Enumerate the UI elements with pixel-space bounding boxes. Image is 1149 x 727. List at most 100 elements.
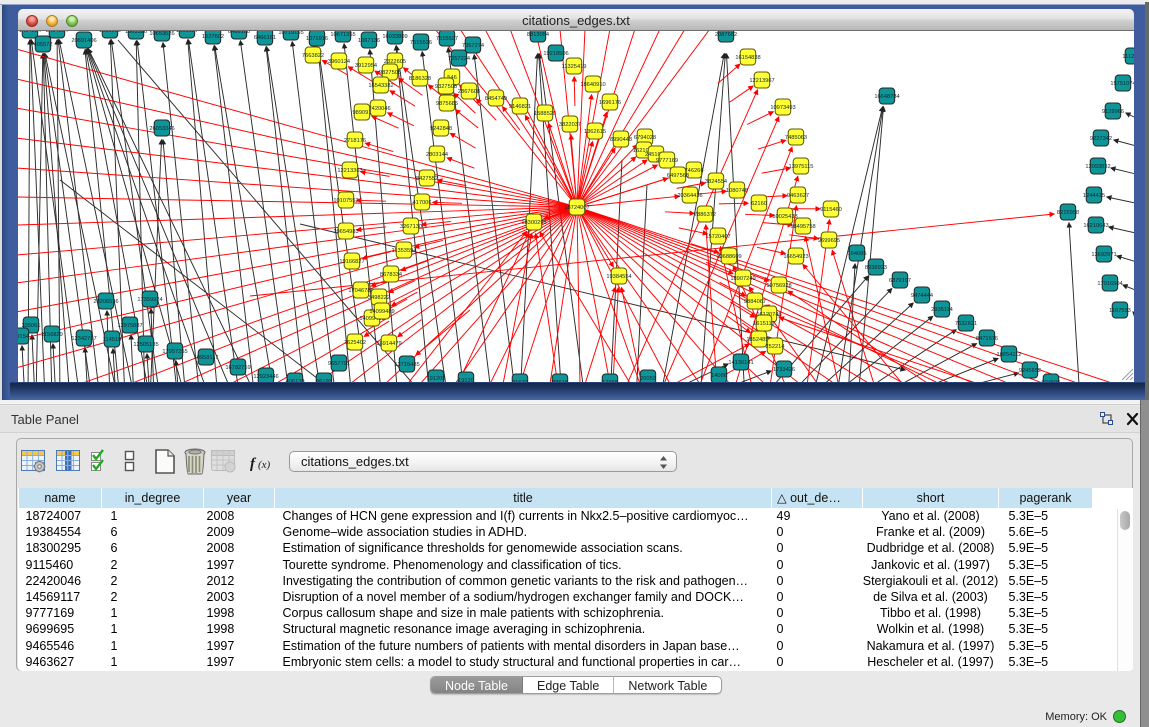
svg-text:17957255: 17957255 — [162, 349, 187, 355]
svg-text:1588520: 1588520 — [534, 111, 556, 117]
svg-text:3822037: 3822037 — [559, 122, 581, 128]
svg-text:18724007: 18724007 — [564, 205, 589, 211]
svg-text:20206536: 20206536 — [93, 299, 118, 305]
svg-text:8938923: 8938923 — [865, 265, 887, 271]
svg-text:10688609: 10688609 — [716, 254, 741, 260]
svg-text:9115460: 9115460 — [820, 207, 842, 213]
svg-text:15751074: 15751074 — [1110, 81, 1134, 87]
svg-text:19166827: 19166827 — [339, 259, 364, 265]
svg-text:12923446: 12923446 — [253, 374, 278, 380]
svg-text:11353594: 11353594 — [392, 248, 417, 254]
svg-text:8813054: 8813054 — [527, 32, 549, 38]
svg-text:10025438: 10025438 — [772, 214, 797, 220]
svg-text:19218506: 19218506 — [543, 51, 568, 57]
svg-text:12505135: 12505135 — [133, 342, 158, 348]
svg-text:9884067: 9884067 — [744, 299, 766, 305]
svg-text:9827505: 9827505 — [379, 70, 401, 76]
svg-text:9227342: 9227342 — [1090, 136, 1112, 142]
svg-text:16033809: 16033809 — [382, 34, 407, 40]
svg-text:18300295: 18300295 — [521, 220, 546, 226]
svg-text:16648784: 16648784 — [874, 94, 899, 100]
svg-text:15720407: 15720407 — [705, 234, 730, 240]
svg-text:1615112: 1615112 — [753, 321, 775, 327]
svg-text:2087682: 2087682 — [715, 32, 737, 38]
svg-text:7357224: 7357224 — [448, 56, 470, 62]
svg-text:20364436: 20364436 — [677, 193, 702, 199]
svg-text:9146821: 9146821 — [509, 104, 531, 110]
svg-text:1527602: 1527602 — [202, 34, 224, 40]
svg-text:191208: 191208 — [427, 376, 446, 382]
svg-text:7663822: 7663822 — [302, 53, 324, 59]
svg-text:9777169: 9777169 — [656, 158, 678, 164]
svg-text:14086: 14086 — [711, 373, 727, 379]
svg-text:1071916: 1071916 — [306, 36, 328, 42]
svg-text:13975887: 13975887 — [117, 323, 142, 329]
svg-text:(x): (x) — [258, 459, 271, 471]
svg-text:2935114: 2935114 — [931, 307, 953, 313]
svg-text:989091: 989091 — [353, 110, 372, 116]
svg-text:26053: 26053 — [640, 376, 656, 382]
svg-text:7625402: 7625402 — [344, 340, 366, 346]
svg-text:2803144: 2803144 — [426, 152, 448, 158]
svg-text:3824554: 3824554 — [705, 179, 727, 185]
svg-text:924505: 924505 — [1042, 380, 1061, 382]
svg-text:1080748: 1080748 — [726, 188, 748, 194]
svg-text:8454749: 8454749 — [485, 96, 507, 102]
svg-text:16543382: 16543382 — [368, 83, 393, 89]
svg-text:12213967: 12213967 — [749, 78, 774, 84]
svg-text:7515527: 7515527 — [436, 36, 458, 42]
svg-text:31672: 31672 — [512, 380, 528, 382]
svg-text:96193: 96193 — [316, 379, 332, 382]
svg-text:18495758: 18495758 — [790, 224, 815, 230]
svg-text:11325419: 11325419 — [562, 64, 587, 70]
svg-text:f: f — [250, 456, 257, 472]
svg-text:13692971: 13692971 — [1091, 252, 1116, 258]
svg-text:8471676: 8471676 — [976, 336, 998, 342]
svg-text:10654112: 10654112 — [997, 352, 1022, 358]
svg-text:1696176: 1696176 — [599, 100, 621, 106]
svg-text:9327508: 9327508 — [435, 84, 457, 90]
svg-text:6466160: 6466160 — [228, 31, 250, 35]
svg-text:1156829: 1156829 — [41, 332, 63, 338]
svg-text:20691406: 20691406 — [71, 38, 96, 44]
svg-text:16654923: 16654923 — [783, 254, 808, 260]
svg-text:3960124: 3960124 — [328, 59, 350, 65]
svg-text:17365: 17365 — [602, 380, 618, 382]
svg-text:2718176: 2718176 — [344, 138, 366, 144]
svg-text:9474444: 9474444 — [911, 293, 933, 299]
svg-text:14136141: 14136141 — [728, 360, 753, 366]
svg-text:6497568: 6497568 — [667, 173, 689, 179]
svg-text:3267130: 3267130 — [400, 224, 422, 230]
svg-text:1494254: 1494254 — [19, 31, 41, 34]
svg-text:16914479: 16914479 — [376, 341, 401, 347]
svg-text:18907249: 18907249 — [730, 276, 755, 282]
svg-text:1167533: 1167533 — [1109, 308, 1131, 314]
svg-text:3912954: 3912954 — [355, 63, 377, 69]
svg-text:1733426: 1733426 — [773, 367, 795, 373]
svg-text:26053346: 26053346 — [149, 126, 174, 132]
svg-text:16210643: 16210643 — [1083, 223, 1108, 229]
svg-text:19384554: 19384554 — [606, 274, 631, 280]
svg-text:62160: 62160 — [751, 201, 767, 207]
svg-text:2494254: 2494254 — [46, 31, 68, 34]
svg-text:13975115: 13975115 — [789, 164, 814, 170]
svg-text:12093832: 12093832 — [1085, 164, 1110, 170]
svg-text:8427552: 8427552 — [416, 176, 438, 182]
svg-text:405572: 405572 — [34, 42, 53, 48]
svg-text:1112400: 1112400 — [1122, 54, 1134, 60]
svg-text:3498222: 3498222 — [368, 295, 390, 301]
svg-text:164095: 164095 — [848, 251, 867, 257]
svg-text:9699695: 9699695 — [818, 238, 840, 244]
svg-text:39154: 39154 — [18, 334, 29, 340]
svg-text:252214: 252214 — [766, 344, 785, 350]
svg-text:12342757: 12342757 — [71, 336, 96, 342]
svg-text:13716485: 13716485 — [394, 362, 419, 368]
svg-text:17359924: 17359924 — [137, 297, 162, 303]
svg-text:17046788: 17046788 — [348, 288, 373, 294]
svg-text:6794028: 6794028 — [634, 135, 656, 141]
svg-text:7632621: 7632621 — [955, 321, 977, 327]
svg-text:7357274: 7357274 — [462, 43, 484, 49]
svg-text:1244415: 1244415 — [1083, 193, 1105, 199]
svg-text:10107553: 10107553 — [333, 198, 358, 204]
svg-text:9242848: 9242848 — [430, 126, 452, 132]
